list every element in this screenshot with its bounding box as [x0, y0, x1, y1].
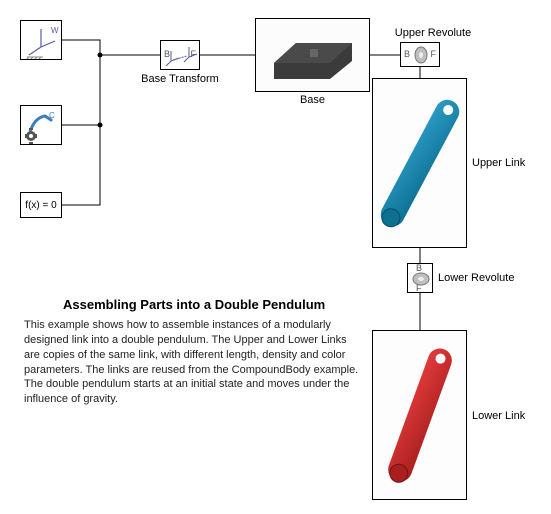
transform-icon — [161, 41, 201, 71]
world-frame-icon: W — [21, 21, 61, 59]
base-icon — [256, 19, 369, 91]
base-block[interactable] — [255, 18, 370, 92]
upper-link-block[interactable] — [372, 78, 467, 248]
lower-link-icon — [373, 331, 466, 499]
annotation-body: This example shows how to assemble insta… — [24, 318, 364, 407]
upper-link-icon — [373, 79, 466, 247]
solver-block[interactable]: f(x) = 0 — [20, 192, 62, 218]
base-transform-block[interactable]: B F — [160, 40, 200, 70]
base-label: Base — [255, 94, 370, 106]
base-transform-label: Base Transform — [140, 73, 220, 85]
lower-link-label: Lower Link — [472, 410, 525, 422]
revolute-icon — [408, 264, 434, 294]
world-frame-block[interactable]: W — [20, 20, 62, 60]
lower-revolute-label: Lower Revolute — [438, 272, 514, 284]
svg-text:C: C — [49, 111, 55, 120]
mechanism-config-block[interactable]: C — [20, 105, 62, 145]
upper-revolute-label: Upper Revolute — [388, 27, 478, 39]
annotation-title: Assembling Parts into a Double Pendulum — [63, 297, 325, 312]
revolute-icon — [401, 43, 441, 68]
lower-revolute-block[interactable]: B F — [407, 263, 433, 293]
upper-link-label: Upper Link — [472, 157, 525, 169]
upper-revolute-block[interactable]: B F — [400, 42, 440, 67]
mechanism-config-icon: C — [21, 106, 61, 144]
solver-label: f(x) = 0 — [25, 200, 56, 211]
lower-link-block[interactable] — [372, 330, 467, 500]
svg-text:W: W — [51, 26, 59, 35]
